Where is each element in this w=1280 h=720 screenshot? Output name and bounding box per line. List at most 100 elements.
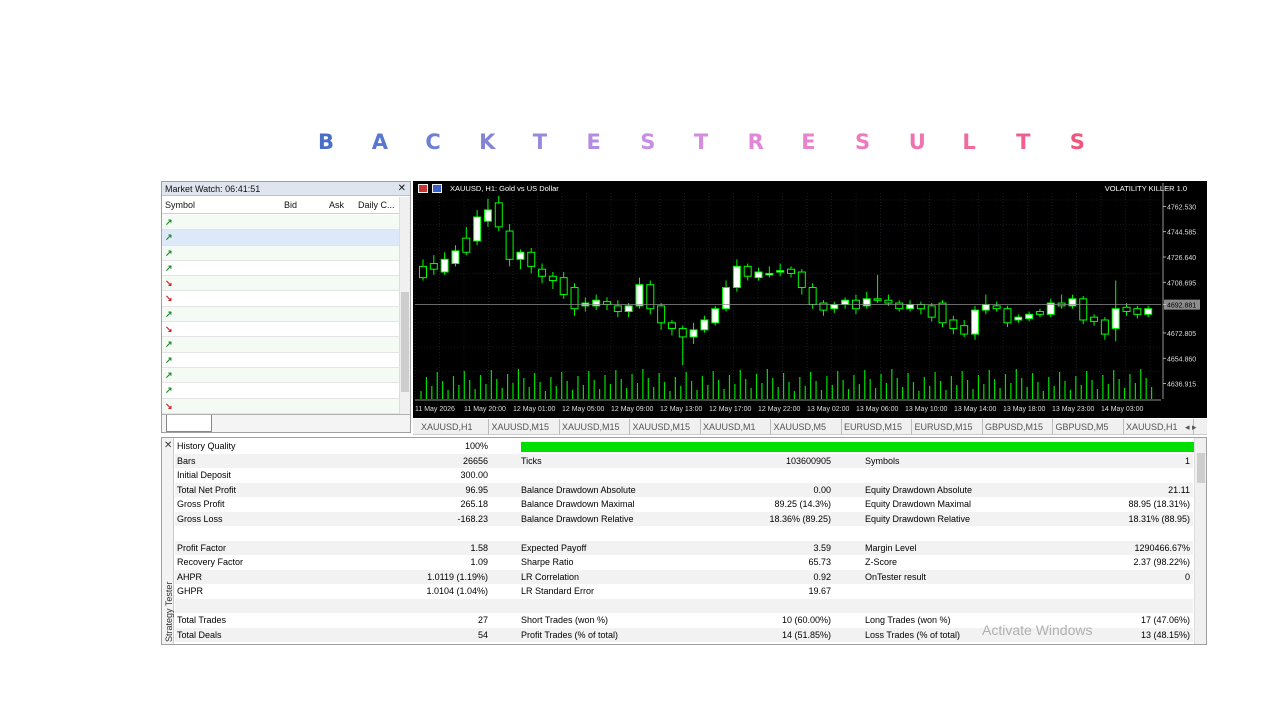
candle-body (884, 299, 893, 304)
market-watch-row[interactable]: ↗ (162, 261, 400, 277)
metric-label: History Quality (177, 441, 236, 451)
chart-tab[interactable]: GBPUSD,M15 (983, 419, 1053, 435)
market-watch-row[interactable]: ↗ (162, 230, 400, 246)
metric-value: 1 (1184, 455, 1190, 466)
market-watch-scrollbar[interactable] (399, 197, 410, 416)
candle-body (689, 329, 698, 338)
arrow-up-icon: ↗ (165, 217, 173, 227)
metric-value: 1.0119 (1.19%) (427, 571, 488, 582)
arrow-up-icon: ↗ (165, 339, 173, 350)
tab-symbols[interactable] (166, 415, 212, 432)
candle-body (906, 303, 915, 310)
scrollbar-thumb[interactable] (401, 292, 409, 392)
arrow-down-icon: ↘ (165, 293, 173, 304)
banner-letter: S (640, 130, 656, 154)
chart-tab[interactable]: XAUUSD,H1 (419, 419, 489, 435)
banner-title: BACKTESTRESULTS (0, 128, 1280, 156)
tab-details[interactable] (214, 415, 254, 432)
time-label: 12 May 17:00 (709, 406, 752, 413)
market-watch-row[interactable]: ↘ (162, 322, 400, 338)
chart-tab[interactable]: XAUUSD,M15 (560, 419, 630, 435)
price-label: 4692.881 (1167, 303, 1196, 310)
metric-label: OnTester result (865, 571, 927, 582)
banner-letter: E (586, 130, 601, 154)
banner-letter: L (962, 130, 976, 154)
tab-trading[interactable] (258, 415, 302, 432)
market-watch-row[interactable]: ↗ (162, 353, 400, 368)
price-label: 4654.860 (1167, 356, 1196, 363)
candle-body (494, 202, 503, 228)
tab-ticks[interactable] (304, 415, 334, 432)
arrow-up-icon: ↗ (165, 232, 173, 243)
column-header-daily-change[interactable]: Daily C... (358, 196, 395, 214)
chart-tab[interactable]: XAUUSD,M5 (772, 419, 842, 435)
market-watch-row[interactable]: ↘ (162, 291, 400, 307)
metric-value: 17 (47.06%) (1140, 615, 1190, 625)
tester-scrollbar[interactable] (1194, 438, 1206, 644)
price-chart[interactable]: 4762.530 4744.585 4726.640 4708.695 4692.881… (413, 181, 1207, 418)
chart-tab[interactable]: GBPUSD,M5 (1054, 419, 1124, 435)
market-watch-row[interactable]: ↗ (162, 306, 400, 323)
chart-tab[interactable]: XAUUSD,M15 (631, 419, 701, 435)
price-label: 4762.530 (1167, 204, 1196, 211)
metric-value: 18.36% (89.25) (769, 513, 831, 524)
chart-tab[interactable]: XAUUSD,M1 (701, 419, 771, 435)
arrow-up-icon: ↗ (165, 247, 173, 258)
time-label: 13 May 18:00 (1003, 406, 1046, 413)
flag-icon (418, 184, 428, 193)
candle-body (667, 322, 676, 329)
column-header-ask[interactable]: Ask (329, 196, 344, 214)
metric-value: 265.18 (460, 499, 488, 509)
candle-body (559, 277, 568, 296)
close-icon[interactable]: ✕ (398, 182, 406, 196)
column-header-bid[interactable]: Bid (284, 196, 297, 214)
candle-body (1090, 316, 1099, 322)
banner-letter: C (425, 130, 441, 154)
metric-label: Z-Score (865, 557, 898, 567)
market-watch-row[interactable]: ↗ (162, 383, 400, 399)
close-icon[interactable]: ✕ (164, 440, 172, 451)
candlestick-chart[interactable]: 4762.530 4744.585 4726.640 4708.695 4692.881… (413, 181, 1207, 418)
scrollbar-thumb[interactable] (1197, 453, 1205, 483)
market-watch-row[interactable]: ↗ (162, 337, 400, 353)
price-label: 4708.695 (1167, 280, 1196, 287)
candle-body (613, 305, 622, 313)
chart-title: XAUUSD, H1: Gold vs US Dollar (450, 184, 559, 193)
candle-body (1144, 308, 1153, 315)
column-header-symbol[interactable]: Symbol (165, 196, 195, 214)
banner-letter: R (747, 130, 764, 154)
metric-label: Balance Drawdown Maximal (521, 499, 635, 509)
metric-value: 89.25 (14.3%) (774, 499, 831, 509)
tester-row: AHPR 1.0119 (1.19%) LR Correlation 0.92 OnTe… (175, 569, 1193, 584)
market-watch-row[interactable]: ↘ (162, 276, 400, 292)
candle-body (808, 287, 817, 305)
metric-value: 19.67 (808, 586, 831, 596)
metric-label: Total Deals (177, 629, 222, 640)
tab-scroll-arrows-icon[interactable]: ◂ ▸ (1183, 419, 1199, 435)
arrow-up-icon: ↗ (165, 385, 173, 396)
candle-body (570, 287, 579, 310)
tester-row: GHPR 1.0104 (1.04%) LR Standard Error 19.67 (175, 584, 1193, 599)
market-watch-row[interactable]: ↗ (162, 245, 400, 261)
metric-value: 65.73 (808, 557, 831, 567)
candle-body (624, 305, 633, 313)
time-label: 13 May 06:00 (856, 406, 899, 413)
tester-row: Profit Factor 1.58 Expected Payoff 3.59 Marg… (175, 540, 1193, 555)
chart-tab[interactable]: EURUSD,M15 (913, 419, 983, 435)
chart-tab[interactable]: XAUUSD,M15 (490, 419, 560, 435)
tester-row: Gross Loss -168.23 Balance Drawdown Relati… (175, 511, 1193, 526)
candle-body (971, 309, 979, 335)
market-watch-row[interactable]: ↘ (162, 398, 400, 414)
metric-value: 88.95 (18.31%) (1128, 499, 1190, 509)
metric-value: 0.00 (813, 484, 831, 495)
market-watch-row[interactable]: ↗ (162, 367, 400, 384)
metric-label: Balance Drawdown Absolute (521, 484, 636, 495)
candle-body (1025, 313, 1034, 320)
time-label: 13 May 10:00 (905, 406, 948, 413)
candle-body (678, 327, 687, 338)
market-watch-row[interactable]: ↗ (162, 215, 400, 231)
candle-body (527, 251, 536, 267)
metric-value: 54 (477, 629, 488, 640)
chart-tab[interactable]: EURUSD,M15 (842, 419, 912, 435)
market-watch-rows: ↗ ↗ ↗ ↗ ↘ ↘ ↗ ↘ ↗ ↗ ↗ ↗ ↘ (162, 215, 400, 414)
